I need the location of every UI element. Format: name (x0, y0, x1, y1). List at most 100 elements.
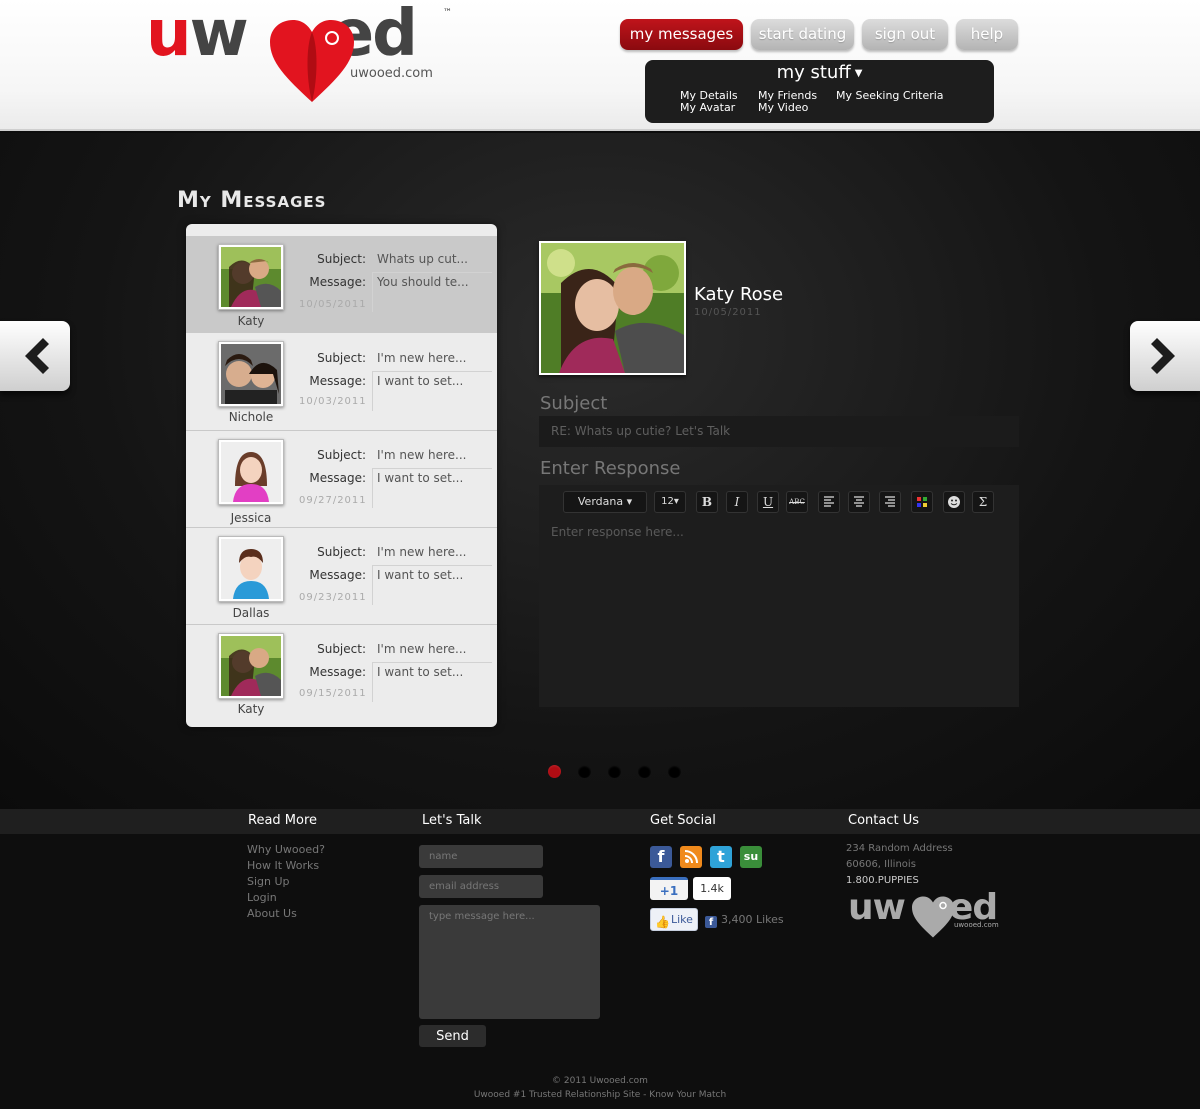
message-date: 09/27/2011 (299, 495, 367, 506)
female-avatar-icon (221, 442, 281, 502)
message-label: Message: (309, 665, 366, 679)
underline-button[interactable]: U (757, 491, 779, 513)
rss-icon[interactable] (680, 846, 702, 868)
chevron-left-icon (25, 338, 49, 374)
tagline: Uwooed #1 Trusted Relationship Site - Kn… (473, 1090, 727, 1100)
align-center-button[interactable] (848, 491, 870, 513)
contact-phone: 1.800.PUPPIES (846, 875, 919, 886)
italic-button[interactable]: I (726, 491, 748, 513)
font-size-select[interactable]: 12▾ (654, 491, 686, 513)
next-arrow-button[interactable] (1130, 321, 1200, 391)
contact-us-heading: Contact Us (848, 813, 919, 828)
facebook-likes-count: f 3,400 Likes (705, 913, 784, 928)
color-picker-button[interactable] (911, 491, 933, 513)
couple-photo-icon (221, 636, 281, 696)
align-center-icon (854, 496, 864, 507)
google-plus-one-button[interactable]: +1 (650, 877, 688, 900)
login-link[interactable]: Login (247, 891, 277, 904)
response-placeholder: Enter response here... (551, 525, 684, 539)
strikethrough-button[interactable]: ABC (786, 491, 808, 513)
name-input[interactable] (419, 845, 543, 868)
divider (372, 468, 492, 469)
message-item[interactable]: Katy 10/05/2011 Subject: Message: Whats … (186, 236, 497, 333)
sign-up-link[interactable]: Sign Up (247, 875, 290, 888)
subject-heading: Subject (540, 393, 608, 414)
font-select[interactable]: Verdana ▾ (563, 491, 647, 513)
message-label: Message: (309, 275, 366, 289)
subject-preview: I'm new here... (377, 545, 467, 559)
trademark: ™ (443, 8, 452, 18)
subject-preview: I'm new here... (377, 351, 467, 365)
subject-label: Subject: (317, 545, 366, 559)
avatar (218, 633, 284, 699)
footer: Read More Let's Talk Get Social Contact … (0, 809, 1200, 1109)
previous-arrow-button[interactable] (0, 321, 70, 391)
divider (372, 371, 492, 372)
send-button[interactable]: Send (419, 1025, 486, 1047)
copyright: © 2011 Uwooed.com (552, 1076, 648, 1086)
pagination-dot-4[interactable] (638, 765, 651, 778)
subject-label: Subject: (317, 448, 366, 462)
my-video-link[interactable]: My Video (758, 101, 808, 114)
facebook-like-button[interactable]: 👍 Like (650, 908, 698, 931)
logo-domain: uwooed.com (350, 66, 433, 81)
response-editor[interactable]: Verdana ▾ 12▾ B I U ABC Σ Enter response… (539, 485, 1019, 707)
email-input[interactable] (419, 875, 543, 898)
header: uw ed ™ uwooed.com my messages start dati… (0, 0, 1200, 131)
my-stuff-dropdown[interactable]: my stuff ▼ (645, 62, 994, 83)
pagination-dot-3[interactable] (608, 765, 621, 778)
nav-help-button[interactable]: help (956, 19, 1018, 50)
how-it-works-link[interactable]: How It Works (247, 859, 319, 872)
sigma-button[interactable]: Σ (972, 491, 994, 513)
message-textarea[interactable] (419, 905, 600, 1019)
divider (372, 662, 373, 702)
message-item[interactable]: Jessica 09/27/2011 Subject: Message: I'm… (186, 431, 497, 528)
subject-field[interactable]: RE: Whats up cutie? Let's Talk (539, 416, 1019, 447)
get-social-heading: Get Social (650, 813, 716, 828)
smiley-icon (948, 496, 960, 508)
footer-uwooed-logo[interactable]: uw ed uwooed.com (848, 887, 1018, 941)
align-right-button[interactable] (879, 491, 901, 513)
why-uwooed-link[interactable]: Why Uwooed? (247, 843, 325, 856)
divider (372, 565, 373, 605)
male-avatar-icon (221, 539, 281, 599)
message-item[interactable]: Katy 09/15/2011 Subject: Message: I'm ne… (186, 625, 497, 723)
message-preview: I want to set... (377, 665, 464, 679)
message-preview: I want to set... (377, 374, 464, 388)
my-seeking-criteria-link[interactable]: My Seeking Criteria (836, 89, 944, 102)
message-item[interactable]: Nichole 10/03/2011 Subject: Message: I'm… (186, 333, 497, 431)
stumbleupon-icon[interactable]: su (740, 846, 762, 868)
message-date: 10/05/2011 (299, 299, 367, 310)
my-avatar-link[interactable]: My Avatar (680, 101, 735, 114)
lets-talk-heading: Let's Talk (422, 813, 482, 828)
nav-sign-out-button[interactable]: sign out (862, 19, 948, 50)
thumbs-up-icon: 👍 (655, 915, 670, 929)
message-date: 10/03/2011 (299, 396, 367, 407)
emoticon-button[interactable] (943, 491, 965, 513)
sender-name: Katy (237, 314, 265, 328)
page-title: My Messages (177, 188, 327, 213)
uwooed-logo[interactable]: uw ed ™ uwooed.com (146, 2, 466, 102)
bold-button[interactable]: B (696, 491, 718, 513)
nav-my-messages-button[interactable]: my messages (620, 19, 743, 50)
align-left-button[interactable] (818, 491, 840, 513)
pagination-dot-2[interactable] (578, 765, 591, 778)
sender-name: Dallas (232, 606, 270, 620)
about-us-link[interactable]: About Us (247, 907, 297, 920)
subject-label: Subject: (317, 252, 366, 266)
profile-name: Katy Rose (694, 284, 784, 305)
avatar (218, 244, 284, 310)
nav-start-dating-button[interactable]: start dating (751, 19, 854, 50)
profile-photo[interactable] (539, 241, 686, 375)
divider (372, 565, 492, 566)
couple-photo-icon (541, 243, 684, 373)
message-item[interactable]: Dallas 09/23/2011 Subject: Message: I'm … (186, 528, 497, 625)
align-right-icon (885, 496, 895, 507)
facebook-icon[interactable]: f (650, 846, 672, 868)
pagination-dot-1[interactable] (548, 765, 561, 778)
twitter-icon[interactable]: t (710, 846, 732, 868)
facebook-mini-icon: f (705, 916, 717, 928)
footer-heart-icon (912, 896, 954, 938)
pagination-dot-5[interactable] (668, 765, 681, 778)
subject-label: Subject: (317, 642, 366, 656)
